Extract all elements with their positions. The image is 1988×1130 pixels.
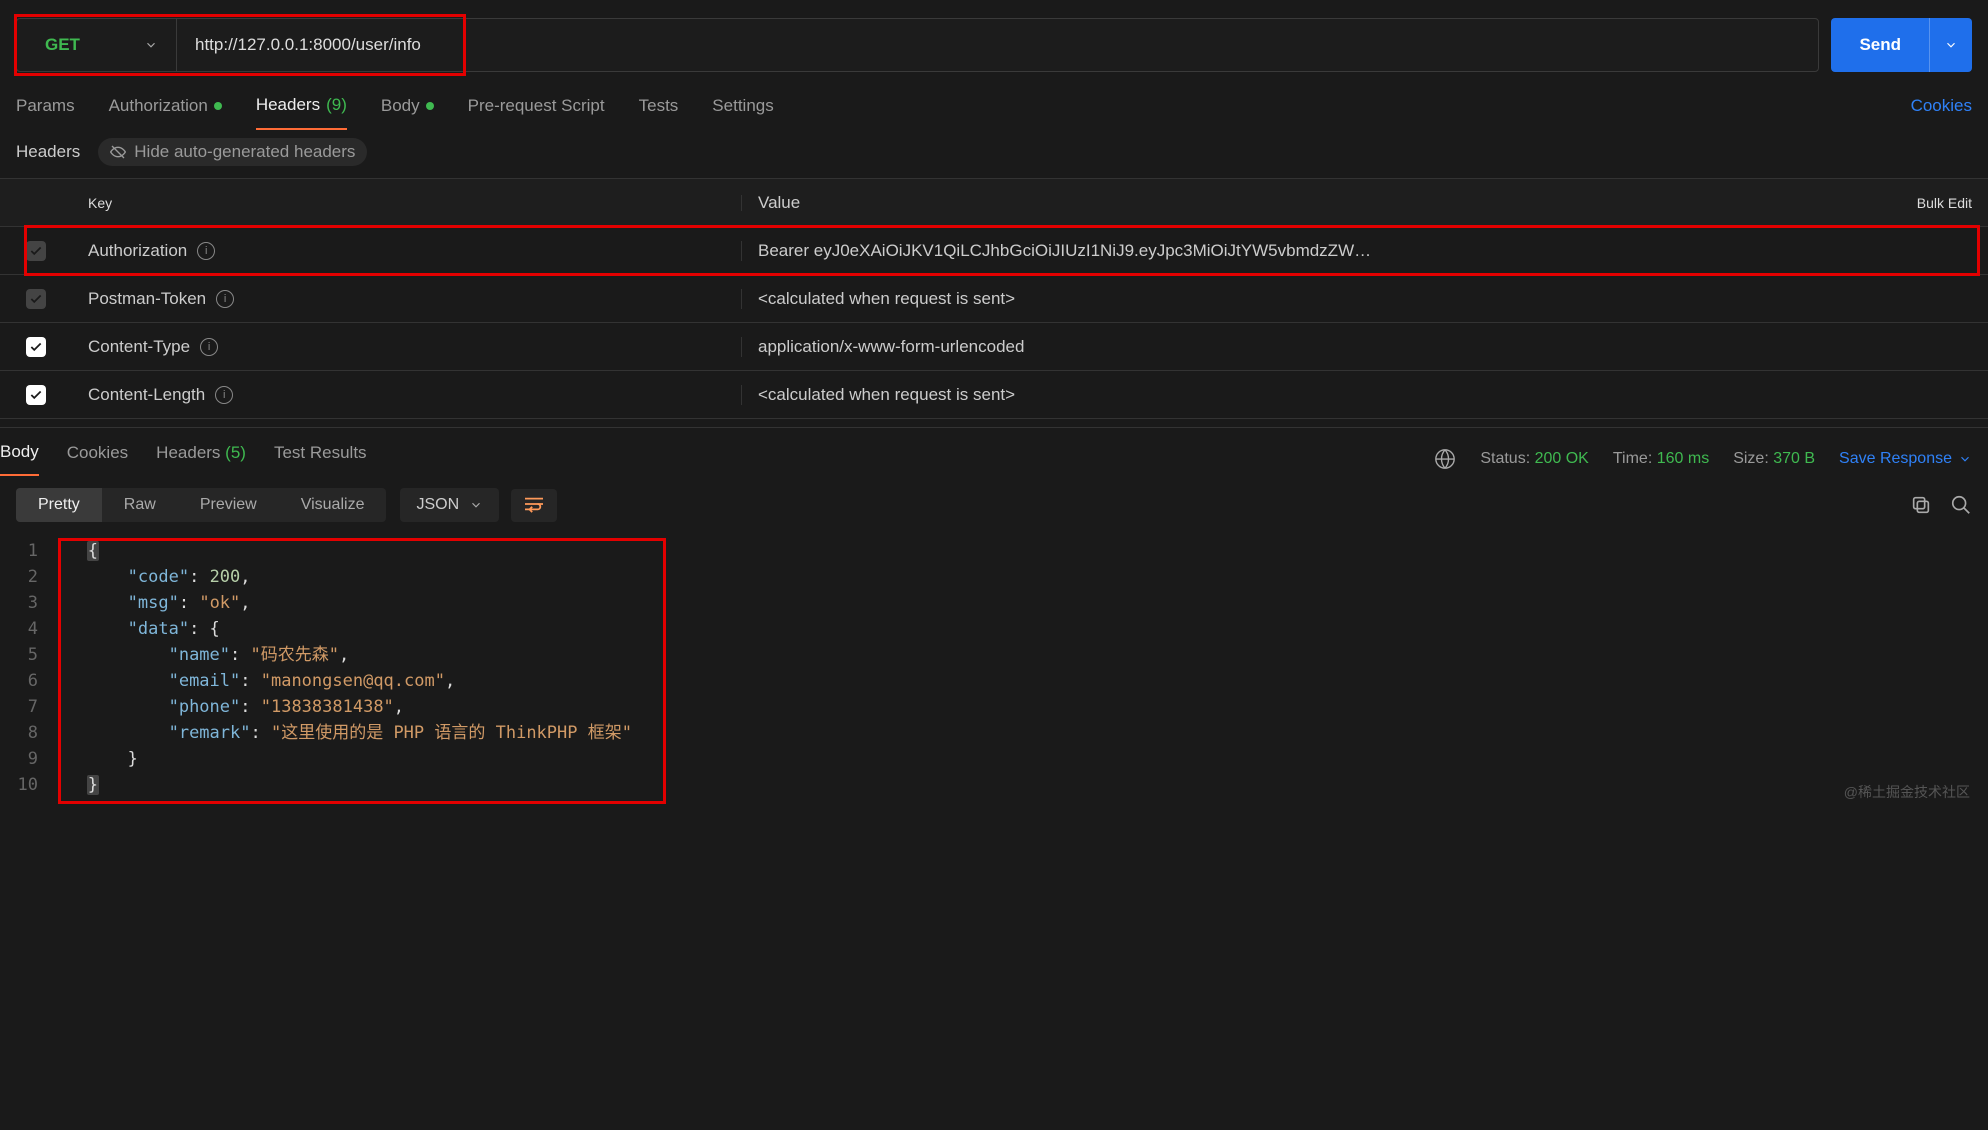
resp-tab-headers[interactable]: Headers (5) (156, 443, 246, 475)
response-body: 1 { 2 "code": 200, 3 "msg": "ok", 4 "dat… (0, 534, 1988, 806)
header-key[interactable]: Postman-Token i (72, 289, 742, 309)
header-value[interactable]: application/x-www-form-urlencoded (742, 337, 1988, 357)
tab-headers[interactable]: Headers (9) (256, 82, 347, 130)
headers-title: Headers (16, 142, 80, 162)
row-checkbox[interactable] (26, 241, 46, 261)
view-mode-tabs: Pretty Raw Preview Visualize (16, 488, 386, 522)
wrap-icon (523, 495, 545, 513)
url-input[interactable] (177, 19, 1818, 71)
tab-tests[interactable]: Tests (639, 82, 679, 130)
chevron-down-icon (1958, 452, 1972, 466)
send-label: Send (1859, 35, 1901, 55)
resp-tab-testresults[interactable]: Test Results (274, 443, 367, 475)
header-key[interactable]: Authorization i (72, 241, 742, 261)
info-icon[interactable]: i (215, 386, 233, 404)
url-bar: GET (16, 18, 1819, 72)
col-value: Value (742, 193, 1868, 213)
dot-icon (214, 102, 222, 110)
view-preview[interactable]: Preview (178, 488, 279, 522)
eye-off-icon (110, 144, 126, 160)
view-raw[interactable]: Raw (102, 488, 178, 522)
tab-params[interactable]: Params (16, 82, 75, 130)
http-method-value: GET (45, 35, 80, 55)
info-icon[interactable]: i (216, 290, 234, 308)
tab-settings[interactable]: Settings (712, 82, 773, 130)
response-tabs: Body Cookies Headers (5) Test Results St… (0, 427, 1988, 476)
table-row: Postman-Token i <calculated when request… (0, 275, 1988, 323)
header-value[interactable]: Bearer eyJ0eXAiOiJKV1QiLCJhbGciOiJIUzI1N… (742, 241, 1988, 261)
tab-body[interactable]: Body (381, 82, 434, 130)
chevron-down-icon (144, 38, 158, 52)
table-header: Key Value Bulk Edit (0, 179, 1988, 227)
info-icon[interactable]: i (200, 338, 218, 356)
tab-authorization[interactable]: Authorization (109, 82, 222, 130)
wrap-lines-button[interactable] (511, 489, 557, 522)
view-visualize[interactable]: Visualize (279, 488, 387, 522)
copy-icon[interactable] (1910, 494, 1932, 516)
chevron-down-icon (1944, 38, 1958, 52)
row-checkbox[interactable] (26, 385, 46, 405)
size: Size: 370 B (1733, 450, 1815, 468)
cookies-link[interactable]: Cookies (1911, 96, 1972, 116)
info-icon[interactable]: i (197, 242, 215, 260)
search-icon[interactable] (1950, 494, 1972, 516)
body-toolbar: Pretty Raw Preview Visualize JSON (0, 476, 1988, 534)
send-button-group: Send (1831, 18, 1972, 72)
table-row: Content-Length i <calculated when reques… (0, 371, 1988, 419)
globe-icon[interactable] (1434, 448, 1456, 470)
request-tabs: Params Authorization Headers (9) Body Pr… (0, 82, 1988, 130)
row-checkbox[interactable] (26, 289, 46, 309)
hide-auto-headers-button[interactable]: Hide auto-generated headers (98, 138, 367, 166)
header-key[interactable]: Content-Length i (72, 385, 742, 405)
resp-tab-cookies[interactable]: Cookies (67, 443, 128, 475)
http-method-select[interactable]: GET (17, 19, 177, 71)
headers-subheader: Headers Hide auto-generated headers (0, 130, 1988, 178)
row-checkbox[interactable] (26, 337, 46, 357)
status: Status: 200 OK (1480, 450, 1589, 468)
col-key: Key (72, 195, 742, 211)
save-response-button[interactable]: Save Response (1839, 450, 1972, 468)
dot-icon (426, 102, 434, 110)
headers-table: Key Value Bulk Edit Authorization i Bear… (0, 178, 1988, 419)
table-row: Authorization i Bearer eyJ0eXAiOiJKV1QiL… (0, 227, 1988, 275)
format-select[interactable]: JSON (400, 488, 499, 522)
resp-tab-body[interactable]: Body (0, 442, 39, 476)
time: Time: 160 ms (1613, 450, 1709, 468)
send-dropdown[interactable] (1929, 18, 1972, 72)
tab-prerequest[interactable]: Pre-request Script (468, 82, 605, 130)
table-row: Content-Type i application/x-www-form-ur… (0, 323, 1988, 371)
header-key[interactable]: Content-Type i (72, 337, 742, 357)
header-value[interactable]: <calculated when request is sent> (742, 289, 1988, 309)
chevron-down-icon (469, 498, 483, 512)
bulk-edit-link[interactable]: Bulk Edit (1868, 195, 1988, 211)
watermark: @稀土掘金技术社区 (1844, 782, 1970, 802)
view-pretty[interactable]: Pretty (16, 488, 102, 522)
send-button[interactable]: Send (1831, 18, 1929, 72)
header-value[interactable]: <calculated when request is sent> (742, 385, 1988, 405)
